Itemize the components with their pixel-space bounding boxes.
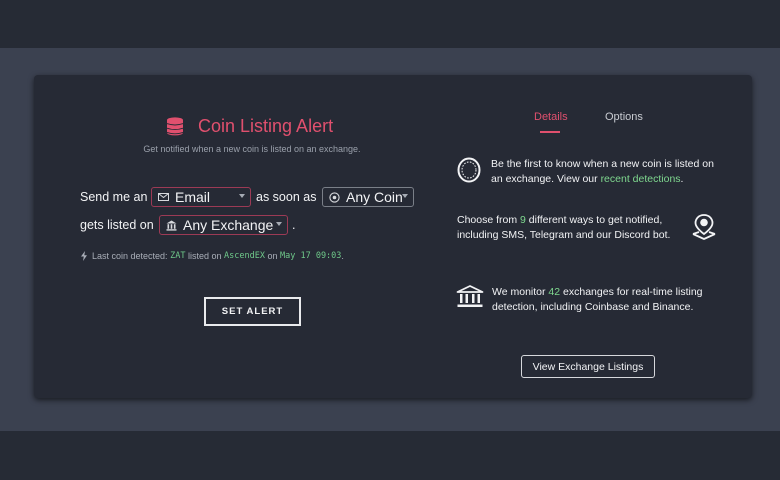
envelope-icon [157, 191, 169, 203]
chevron-down-icon [276, 222, 282, 226]
location-bell-icon [692, 214, 716, 240]
set-alert-button[interactable]: SET ALERT [204, 297, 301, 326]
page-subtitle: Get notified when a new coin is listed o… [143, 144, 361, 154]
feature-detection: Be the first to know when a new coin is … [491, 157, 726, 186]
last-detected-listed-on: listed on [187, 251, 222, 261]
bank-icon [165, 219, 177, 231]
tab-details[interactable]: Details [534, 111, 568, 123]
bottom-band [0, 431, 780, 480]
active-tab-indicator [540, 131, 560, 133]
last-detected-suffix: . [341, 251, 344, 261]
last-detected-line: Last coin detected: ZAT listed on Ascend… [80, 251, 344, 261]
lightning-icon [81, 251, 87, 261]
last-detected-datetime: May 17 09:03 [280, 251, 342, 261]
last-detected-exchange[interactable]: AscendEX [224, 251, 265, 261]
feature-exchanges-text-before: We monitor [492, 286, 546, 298]
coin-value: Any Coin [346, 189, 403, 205]
tab-options[interactable]: Options [605, 111, 643, 123]
exchange-value: Any Exchange [183, 217, 274, 233]
sentence-period: . [292, 218, 296, 232]
send-me-an-label: Send me an [80, 190, 148, 204]
last-detected-coin[interactable]: ZAT [170, 251, 185, 261]
bank-icon [456, 285, 484, 307]
coin-select[interactable]: Any Coin [322, 187, 414, 207]
as-soon-as-label: as soon as [256, 190, 317, 204]
gets-listed-on-label: gets listed on [80, 218, 154, 232]
chevron-down-icon [402, 194, 408, 198]
notification-method-value: Email [175, 189, 211, 205]
feature-notification-methods: Choose from 9 different ways to get noti… [457, 213, 687, 242]
alert-card: Coin Listing Alert Get notified when a n… [34, 75, 752, 398]
notification-method-select[interactable]: Email [151, 187, 251, 207]
recent-detections-link[interactable]: recent detections [601, 173, 681, 185]
feature-methods-text-before: Choose from [457, 214, 518, 226]
coin-stack-icon [166, 117, 184, 136]
title-row: Coin Listing Alert [164, 115, 333, 137]
coin-icon [457, 157, 481, 183]
chevron-down-icon [239, 194, 245, 198]
last-detected-on: on [267, 251, 278, 261]
view-exchange-listings-button[interactable]: View Exchange Listings [521, 355, 655, 378]
methods-count: 9 [520, 214, 526, 226]
exchange-select[interactable]: Any Exchange [159, 215, 288, 235]
coin-icon [328, 191, 340, 203]
feature-detection-suffix: . [680, 172, 684, 185]
page-title: Coin Listing Alert [198, 115, 334, 136]
feature-exchanges-monitored: We monitor 42 exchanges for real-time li… [492, 285, 712, 314]
top-band [0, 0, 780, 48]
exchanges-count: 42 [548, 286, 561, 298]
last-detected-prefix: Last coin detected: [92, 251, 168, 261]
